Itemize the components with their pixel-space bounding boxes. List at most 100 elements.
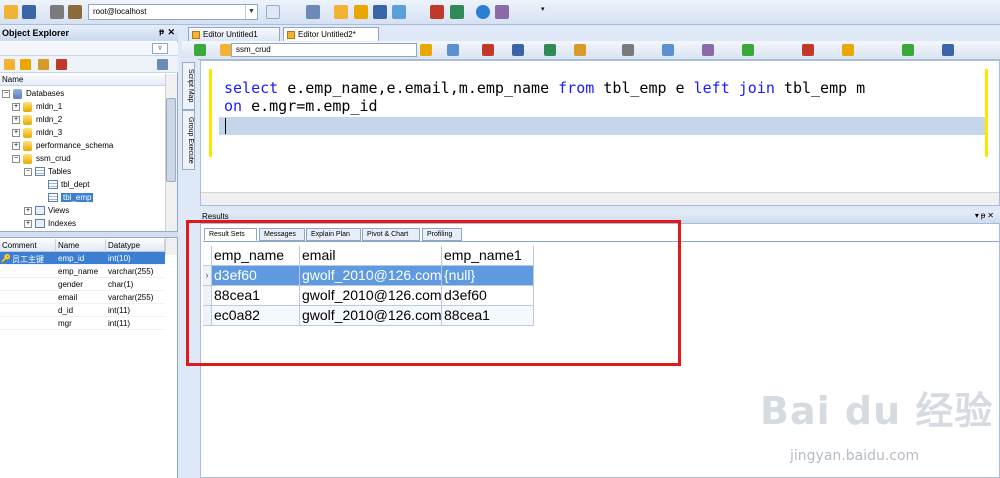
tree-node-mldn_3[interactable]: + mldn_3 [12,126,62,139]
chevron-down-icon[interactable]: ▼ [245,5,257,19]
history-icon[interactable] [842,44,854,56]
export-icon[interactable] [902,44,914,56]
toolbar-overflow-icon[interactable]: ▾ [541,5,549,19]
new-database-icon[interactable] [4,59,15,70]
close-icon[interactable]: ✕ [167,27,175,38]
stop-icon[interactable] [482,44,494,56]
format-icon[interactable] [447,44,459,56]
new-table-icon[interactable] [38,59,49,70]
tree-node-tbl-dept[interactable]: tbl_dept [48,178,89,191]
collapse-icon[interactable]: − [24,167,32,176]
tab-editor-untitled2[interactable]: Editor Untitled2* [283,27,379,41]
expand-icon[interactable]: + [12,102,20,111]
code-line-2: on e.mgr=m.emp_id [224,97,865,115]
baidu-watermark: Bai du 经验 jingyan.baidu.com [750,370,995,470]
tree-node-indexes[interactable]: + Indexes [24,217,76,230]
current-line-highlight [219,117,985,135]
change-marker [985,69,988,157]
columns-grid: Comment Name Datatype 🔑 员工主键 emp_id int(… [0,239,165,349]
sql-token: e.emp_name,e.email,m.emp_name [278,79,559,97]
database-select[interactable]: ssm_crud [231,43,417,57]
backup-icon[interactable] [450,5,464,19]
sql-keyword: left [693,79,730,97]
schema-icon[interactable] [354,5,368,19]
column-row[interactable]: emp_name varchar(255) [0,265,165,278]
tree-node-views[interactable]: + Views [24,204,69,217]
filter-icon[interactable]: ▿ [152,43,168,54]
table-icon[interactable] [373,5,387,19]
tree-node-performance-schema[interactable]: + performance_schema [12,139,113,152]
collapse-icon[interactable]: − [2,89,10,98]
connection-icon[interactable] [68,5,82,19]
expand-icon[interactable]: + [12,128,20,137]
designer-icon[interactable] [392,5,406,19]
tree-scrollbar-thumb[interactable] [166,98,176,182]
rollback-icon[interactable] [574,44,586,56]
panel-splitter[interactable] [0,231,178,238]
tab-editor-untitled1[interactable]: Editor Untitled1 [188,27,280,41]
view-options-icon[interactable] [157,59,168,70]
tab-group-execute[interactable]: Group Execute [182,110,195,170]
bookmark-icon[interactable] [702,44,714,56]
tab-script-map[interactable]: Script Map [182,62,195,110]
sql-text[interactable]: select e.emp_name,e.email,m.emp_name fro… [224,79,865,115]
col-header-name[interactable]: Name [56,239,106,252]
pin-icon[interactable]: ᵽ [159,27,164,36]
text-cursor [225,118,226,134]
main-toolbar: root@localhost ▼ ▾ [0,0,1000,25]
commit-icon[interactable] [544,44,556,56]
filter-bar[interactable]: ▿ [0,42,178,56]
new-query-icon[interactable] [334,5,348,19]
column-row[interactable]: gender char(1) [0,278,165,291]
column-row[interactable]: 🔑 员工主键 emp_id int(10) [0,252,165,265]
comment-icon[interactable] [622,44,634,56]
import-icon[interactable] [430,5,444,19]
column-row[interactable]: mgr int(11) [0,317,165,330]
refresh-icon[interactable] [20,59,31,70]
views-icon [35,206,45,216]
connection-select[interactable]: root@localhost ▼ [88,4,258,20]
run-icon[interactable] [194,44,206,56]
clear-icon[interactable] [802,44,814,56]
execute-icon[interactable] [306,5,320,19]
col-header-comment[interactable]: Comment [0,239,56,252]
database-icon [23,114,32,125]
tree-node-databases[interactable]: − Databases [2,87,64,100]
highlight-annotation-box [186,220,681,366]
execute-query-icon[interactable] [420,44,432,56]
sql-token: e.mgr=m.emp_id [242,97,378,115]
explain-icon[interactable] [512,44,524,56]
sql-token: tbl_emp m [774,79,866,97]
expand-icon[interactable]: + [24,219,32,228]
drop-icon[interactable] [56,59,67,70]
panel-controls-icon[interactable]: ▾ᵽ✕ [975,211,996,220]
tree-node-tables[interactable]: − Tables [24,165,71,178]
indent-icon[interactable] [742,44,754,56]
options-icon[interactable] [942,44,954,56]
open-folder-icon[interactable] [4,5,18,19]
watermark-logo: Bai du 经验 [760,389,994,433]
globe-icon[interactable] [476,5,490,19]
tree-node-tbl-emp[interactable]: tbl_emp [48,191,94,204]
database-icon[interactable] [266,5,280,19]
sql-keyword: join [738,79,775,97]
tools-icon[interactable] [495,5,509,19]
tree-node-mldn_2[interactable]: + mldn_2 [12,113,62,126]
sql-token: tbl_emp e [594,79,694,97]
column-row[interactable]: email varchar(255) [0,291,165,304]
editor-toolbar: ssm_crud [182,41,1000,60]
column-row[interactable]: d_id int(11) [0,304,165,317]
tree-node-ssm-crud[interactable]: − ssm_crud [12,152,71,165]
editor-icon [287,31,295,39]
expand-icon[interactable]: + [12,115,20,124]
tree-node-mldn_1[interactable]: + mldn_1 [12,100,62,113]
expand-icon[interactable]: + [24,206,32,215]
print-icon[interactable] [50,5,64,19]
save-icon[interactable] [22,5,36,19]
search-icon[interactable] [662,44,674,56]
query-editor[interactable]: select e.emp_name,e.email,m.emp_name fro… [200,60,1000,206]
collapse-icon[interactable]: − [12,154,20,163]
editor-horizontal-scrollbar[interactable] [201,192,999,205]
col-header-datatype[interactable]: Datatype [106,239,165,252]
expand-icon[interactable]: + [12,141,20,150]
